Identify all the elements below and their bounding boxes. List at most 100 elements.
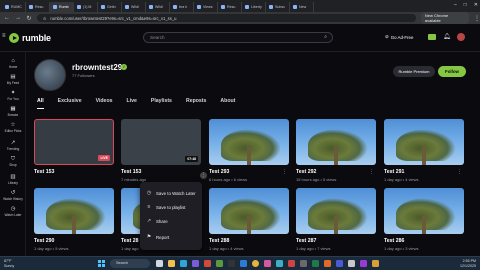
browser-tab[interactable]: Resu <box>218 2 242 12</box>
sidebar-item-library[interactable]: ▥ Library <box>0 174 26 185</box>
back-icon[interactable]: ← <box>4 15 10 21</box>
app-icon[interactable] <box>360 260 367 267</box>
menu-icon[interactable]: ⋮ <box>474 15 480 22</box>
start-button[interactable] <box>98 260 105 267</box>
upload-camera-icon[interactable] <box>428 34 436 40</box>
tab-videos[interactable]: Videos <box>96 98 113 107</box>
tab-playlists[interactable]: Playlists <box>151 98 172 107</box>
forward-icon[interactable]: → <box>15 15 21 21</box>
chrome-icon[interactable] <box>252 260 259 267</box>
browser-tab[interactable]: Views <box>194 2 218 12</box>
video-title[interactable]: Test 153 <box>121 169 201 175</box>
url-field[interactable]: ⊙ rumble.com/user/rbrowntest29?e9s=src_v… <box>36 14 416 22</box>
sidebar-item-watch-history[interactable]: ↺ Watch History <box>0 190 26 201</box>
notifications-bell-icon[interactable]: 🔔︎ <box>443 33 451 40</box>
site-info-icon[interactable]: ⊙ <box>43 16 46 21</box>
rumble-logo[interactable]: rumble <box>9 33 51 43</box>
app-icon[interactable] <box>228 260 235 267</box>
app-icon[interactable] <box>348 260 355 267</box>
more-options-icon[interactable]: ⋮ <box>457 169 462 175</box>
video-thumbnail[interactable] <box>34 188 114 234</box>
video-title[interactable]: Test 288 <box>209 238 289 244</box>
video-card[interactable]: Test 287 1 day ago • 7 views <box>296 188 376 251</box>
app-icon[interactable] <box>204 260 211 267</box>
menu-item-save-to-playlist[interactable]: ≡ Save to playlist <box>140 200 202 214</box>
more-options-icon[interactable]: ⋮ <box>369 169 374 175</box>
video-card[interactable]: Test 293 6 hours ago • 6 views ⋮ <box>209 119 289 182</box>
browser-tab[interactable]: Liberty <box>242 2 266 12</box>
tab-about[interactable]: About <box>220 98 235 107</box>
video-title[interactable]: Test 287 <box>296 238 376 244</box>
browser-tab[interactable]: Getin <box>98 2 122 12</box>
video-card[interactable]: Test 292 15 hours ago • 5 views ⋮ <box>296 119 376 182</box>
app-icon[interactable] <box>264 260 271 267</box>
taskbar-search[interactable]: Search <box>110 259 150 268</box>
video-title[interactable]: Test 153 <box>34 169 114 175</box>
app-icon[interactable] <box>300 260 307 267</box>
browser-tab[interactable]: Resu <box>26 2 50 12</box>
maximize-icon[interactable]: □ <box>464 2 467 8</box>
new-chrome-button[interactable]: New Chrome available <box>420 12 469 24</box>
reload-icon[interactable]: ↻ <box>26 15 32 22</box>
app-icon[interactable] <box>192 260 199 267</box>
hamburger-icon[interactable]: ≡ <box>2 33 6 39</box>
system-tray-clock[interactable]: 2:55 PM 12/1/2025 <box>460 259 476 268</box>
tab-reposts[interactable]: Reposts <box>186 98 206 107</box>
video-title[interactable]: Test 286 <box>384 238 464 244</box>
video-thumbnail[interactable] <box>384 119 464 165</box>
browser-tab[interactable]: (1) M <box>74 2 98 12</box>
sidebar-item-watch-later[interactable]: ◷ Watch Later <box>0 206 26 217</box>
weather-widget[interactable]: 87°F Sunny <box>4 259 14 268</box>
tab-all[interactable]: All <box>37 98 44 109</box>
file-explorer-icon[interactable] <box>168 260 175 267</box>
video-thumbnail[interactable] <box>296 188 376 234</box>
video-thumbnail[interactable]: LIVE <box>34 119 114 165</box>
user-avatar[interactable] <box>457 33 465 41</box>
browser-tab[interactable]: Subsc <box>266 2 290 12</box>
minimize-icon[interactable]: – <box>454 2 457 8</box>
video-title[interactable]: Test 290 <box>34 238 114 244</box>
video-thumbnail[interactable] <box>296 119 376 165</box>
rumble-premium-button[interactable]: Rumble Premium <box>393 66 435 77</box>
sidebar-item-shop[interactable]: ⛉ Shop <box>0 156 26 167</box>
video-thumbnail[interactable]: 07:48 <box>121 119 201 165</box>
app-icon[interactable] <box>324 260 331 267</box>
sidebar-item-browse[interactable]: ▦ Browse <box>0 106 26 117</box>
browser-tab[interactable]: bra h <box>170 2 194 12</box>
video-title[interactable]: Test 291 <box>384 169 464 175</box>
close-icon[interactable]: ✕ <box>474 2 478 8</box>
tab-exclusive[interactable]: Exclusive <box>58 98 82 107</box>
sidebar-item-trending[interactable]: ↗ Trending <box>0 140 26 151</box>
video-card[interactable]: Test 288 1 day ago • 4 views <box>209 188 289 251</box>
menu-item-report[interactable]: ⚑ Report <box>140 230 202 244</box>
search-icon[interactable]: ⌕ <box>324 33 327 42</box>
menu-item-share[interactable]: ↗ Share <box>140 214 202 228</box>
browser-tab[interactable]: RUMC <box>2 2 26 12</box>
follow-button[interactable]: Follow <box>438 66 466 77</box>
app-icon[interactable] <box>288 260 295 267</box>
video-card[interactable]: Test 291 1 day ago • 4 views ⋮ <box>384 119 464 182</box>
video-card[interactable]: 07:48 Test 153 7 minutes ago ⋮ <box>121 119 207 182</box>
app-icon[interactable] <box>372 260 379 267</box>
video-thumbnail[interactable] <box>384 188 464 234</box>
video-title[interactable]: Test 293 <box>209 169 289 175</box>
video-thumbnail[interactable] <box>209 188 289 234</box>
edge-icon[interactable] <box>180 260 187 267</box>
sidebar-item-for-you[interactable]: ✦ For You <box>0 90 26 101</box>
app-icon[interactable] <box>336 260 343 267</box>
tab-live[interactable]: Live <box>127 98 137 107</box>
video-card[interactable]: LIVE Test 153 <box>34 119 114 177</box>
search-input[interactable]: Search ⌕ <box>143 32 333 43</box>
video-card[interactable]: Test 290 1 day ago • 5 views <box>34 188 114 251</box>
browser-tab[interactable]: New <box>290 2 314 12</box>
browser-tab[interactable]: Wildl <box>146 2 170 12</box>
sidebar-item-my-feed[interactable]: ▤ My Feed <box>0 74 26 85</box>
video-thumbnail[interactable] <box>209 119 289 165</box>
menu-item-save-to-watch-later[interactable]: ◷ Save to Watch Later <box>140 186 202 200</box>
browser-tab[interactable]: Wildl <box>122 2 146 12</box>
app-icon[interactable] <box>276 260 283 267</box>
taskview-icon[interactable] <box>156 260 163 267</box>
sidebar-item-home[interactable]: ⌂ Home <box>0 58 26 69</box>
video-card[interactable]: Test 286 1 day ago • 3 views <box>384 188 464 251</box>
sidebar-item-editor-picks[interactable]: ☆ Editor Picks <box>0 122 26 133</box>
